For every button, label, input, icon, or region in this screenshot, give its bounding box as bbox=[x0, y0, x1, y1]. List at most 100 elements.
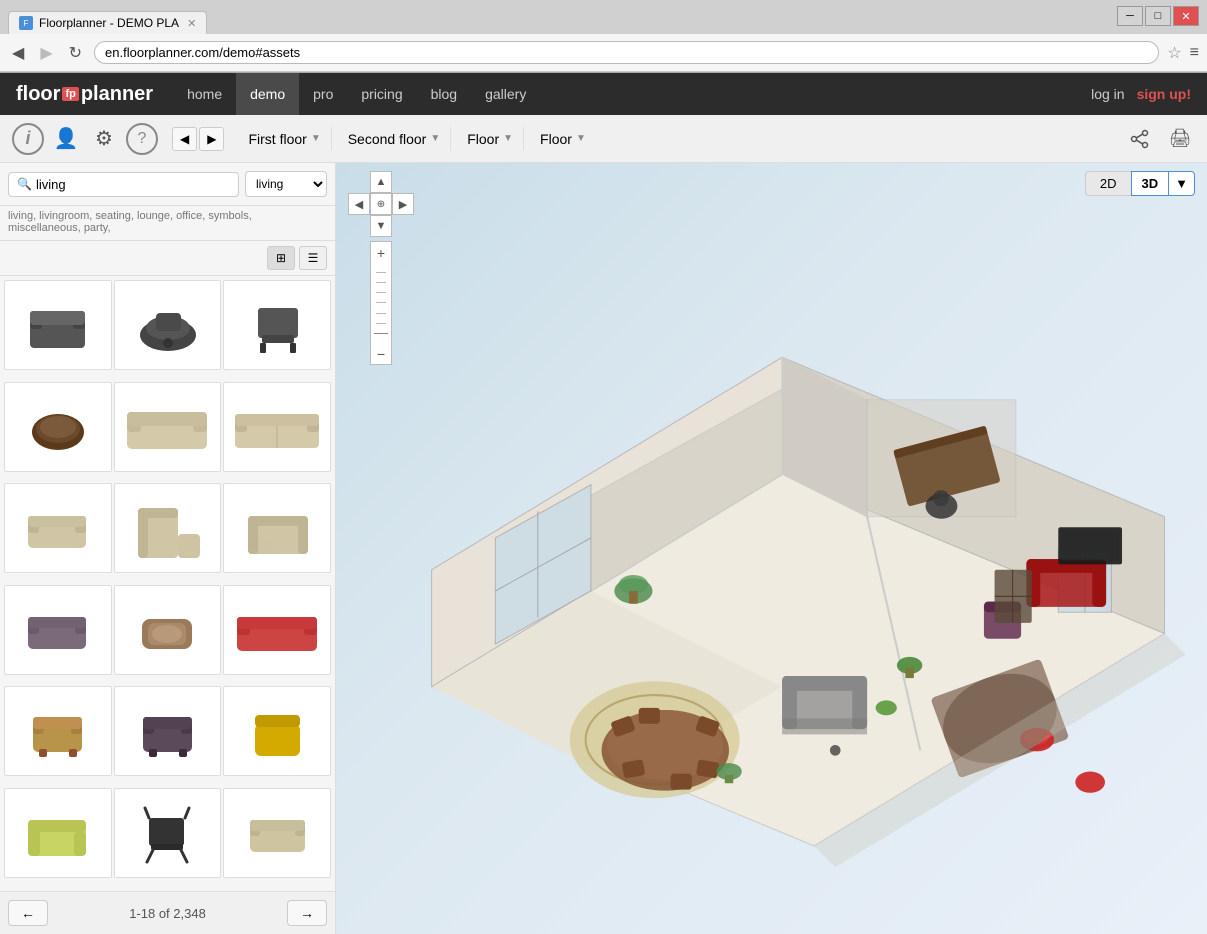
list-item[interactable] bbox=[223, 788, 331, 878]
close-button[interactable]: ✕ bbox=[1173, 6, 1199, 26]
floor-next-button[interactable]: ▶ bbox=[199, 127, 224, 151]
second-floor-label: Second floor bbox=[348, 131, 427, 147]
furniture-icon bbox=[130, 496, 205, 561]
list-item[interactable] bbox=[114, 382, 222, 472]
pagination: ← 1-18 of 2,348 → bbox=[0, 891, 335, 934]
back-button[interactable]: ◀ bbox=[8, 41, 28, 65]
view-mode-toggle: 2D 3D ▼ bbox=[1085, 171, 1195, 196]
pan-up-button[interactable]: ▲ bbox=[370, 171, 392, 193]
furniture-icon bbox=[20, 597, 95, 662]
grid-view-button[interactable]: ⊞ bbox=[267, 246, 295, 270]
logo-text-floor: floor bbox=[16, 83, 60, 106]
floor3-dropdown-icon: ▼ bbox=[503, 133, 513, 144]
list-item[interactable] bbox=[4, 483, 112, 573]
list-view-button[interactable]: ☰ bbox=[299, 246, 327, 270]
logo-text-planner: planner bbox=[81, 83, 153, 106]
settings-icon[interactable]: ⚙ bbox=[88, 123, 120, 155]
help-icon[interactable]: ? bbox=[126, 123, 158, 155]
list-item[interactable] bbox=[4, 382, 112, 472]
pan-center-button[interactable]: ⊕ bbox=[370, 193, 392, 215]
person-icon[interactable]: 👤 bbox=[50, 123, 82, 155]
second-floor-dropdown-icon: ▼ bbox=[430, 133, 440, 144]
pan-right-button[interactable]: ▶ bbox=[392, 193, 414, 215]
first-floor-dropdown-icon: ▼ bbox=[311, 133, 321, 144]
pan-left-button[interactable]: ◀ bbox=[348, 193, 370, 215]
list-item[interactable] bbox=[4, 585, 112, 675]
furniture-icon bbox=[25, 699, 90, 764]
prev-page-button[interactable]: ← bbox=[8, 900, 48, 926]
furniture-icon bbox=[240, 800, 315, 865]
next-page-button[interactable]: → bbox=[287, 900, 327, 926]
nav-demo[interactable]: demo bbox=[236, 73, 299, 115]
list-item[interactable] bbox=[114, 585, 222, 675]
furniture-icon bbox=[240, 496, 315, 561]
floor3-label: Floor bbox=[467, 131, 499, 147]
map-controls: ▲ ◀ ⊕ ▶ ▼ + bbox=[348, 171, 414, 365]
favicon-icon: F bbox=[19, 16, 33, 30]
nav-home[interactable]: home bbox=[173, 73, 236, 115]
search-input[interactable] bbox=[36, 177, 230, 192]
maximize-button[interactable]: □ bbox=[1145, 6, 1171, 26]
nav-gallery[interactable]: gallery bbox=[471, 73, 540, 115]
list-item[interactable] bbox=[114, 788, 222, 878]
info-icon[interactable]: i bbox=[12, 123, 44, 155]
furniture-icon bbox=[135, 699, 200, 764]
list-item[interactable] bbox=[223, 382, 331, 472]
list-item[interactable] bbox=[223, 483, 331, 573]
view-toggle: ⊞ ☰ bbox=[0, 241, 335, 276]
floor4-dropdown-icon: ▼ bbox=[576, 133, 586, 144]
minimize-button[interactable]: ─ bbox=[1117, 6, 1143, 26]
furniture-icon bbox=[137, 800, 197, 865]
floor-prev-button[interactable]: ◀ bbox=[172, 127, 197, 151]
floor-tab-first[interactable]: First floor ▼ bbox=[238, 127, 331, 151]
floorplan-view bbox=[336, 163, 1207, 934]
search-row: 🔍 living bedroom kitchen office bbox=[0, 163, 335, 206]
list-item[interactable] bbox=[114, 280, 222, 370]
list-item[interactable] bbox=[223, 280, 331, 370]
floor-tab-second[interactable]: Second floor ▼ bbox=[338, 127, 452, 151]
3d-dropdown-button[interactable]: ▼ bbox=[1168, 171, 1195, 196]
address-bar[interactable] bbox=[94, 41, 1159, 64]
tags-row: living, livingroom, seating, lounge, off… bbox=[0, 206, 335, 241]
list-item[interactable] bbox=[223, 686, 331, 776]
furniture-icon bbox=[232, 394, 322, 459]
logo[interactable]: floor fp planner bbox=[16, 83, 153, 106]
list-item[interactable] bbox=[114, 483, 222, 573]
page-info: 1-18 of 2,348 bbox=[129, 906, 206, 921]
nav-pricing[interactable]: pricing bbox=[347, 73, 416, 115]
tab-close-icon[interactable]: ✕ bbox=[187, 17, 196, 30]
list-item[interactable] bbox=[4, 788, 112, 878]
forward-button[interactable]: ▶ bbox=[36, 41, 56, 65]
list-item[interactable] bbox=[223, 585, 331, 675]
zoom-in-button[interactable]: + bbox=[370, 241, 392, 263]
app-navbar: floor fp planner home demo pro pricing b… bbox=[0, 73, 1207, 115]
floor-tab-3[interactable]: Floor ▼ bbox=[457, 127, 524, 151]
browser-tab[interactable]: F Floorplanner - DEMO PLA ✕ bbox=[8, 11, 207, 34]
signup-link[interactable]: sign up! bbox=[1137, 86, 1191, 102]
nav-blog[interactable]: blog bbox=[417, 73, 471, 115]
canvas-area: ▲ ◀ ⊕ ▶ ▼ + bbox=[336, 163, 1207, 934]
print-icon[interactable]: 🖨 bbox=[1165, 124, 1195, 154]
tab-title: Floorplanner - DEMO PLA bbox=[39, 16, 179, 30]
furniture-icon bbox=[240, 293, 315, 358]
pan-down-button[interactable]: ▼ bbox=[370, 215, 392, 237]
floor-tab-4[interactable]: Floor ▼ bbox=[530, 127, 596, 151]
refresh-button[interactable]: ↻ bbox=[65, 41, 86, 65]
3d-mode-button[interactable]: 3D bbox=[1131, 171, 1169, 196]
nav-pro[interactable]: pro bbox=[299, 73, 347, 115]
furniture-icon bbox=[122, 394, 212, 459]
floor4-label: Floor bbox=[540, 131, 572, 147]
furniture-icon bbox=[130, 293, 205, 358]
list-item[interactable] bbox=[114, 686, 222, 776]
zoom-out-button[interactable]: − bbox=[370, 343, 392, 365]
category-select[interactable]: living bedroom kitchen office bbox=[245, 171, 327, 197]
bookmark-icon[interactable]: ☆ bbox=[1167, 43, 1181, 63]
share-icon[interactable] bbox=[1125, 124, 1155, 154]
list-item[interactable] bbox=[4, 280, 112, 370]
login-link[interactable]: log in bbox=[1091, 86, 1124, 102]
sidebar: 🔍 living bedroom kitchen office living, … bbox=[0, 163, 336, 934]
2d-mode-button[interactable]: 2D bbox=[1085, 171, 1131, 196]
list-item[interactable] bbox=[4, 686, 112, 776]
furniture-icon bbox=[20, 293, 95, 358]
menu-icon[interactable]: ≡ bbox=[1190, 44, 1199, 62]
